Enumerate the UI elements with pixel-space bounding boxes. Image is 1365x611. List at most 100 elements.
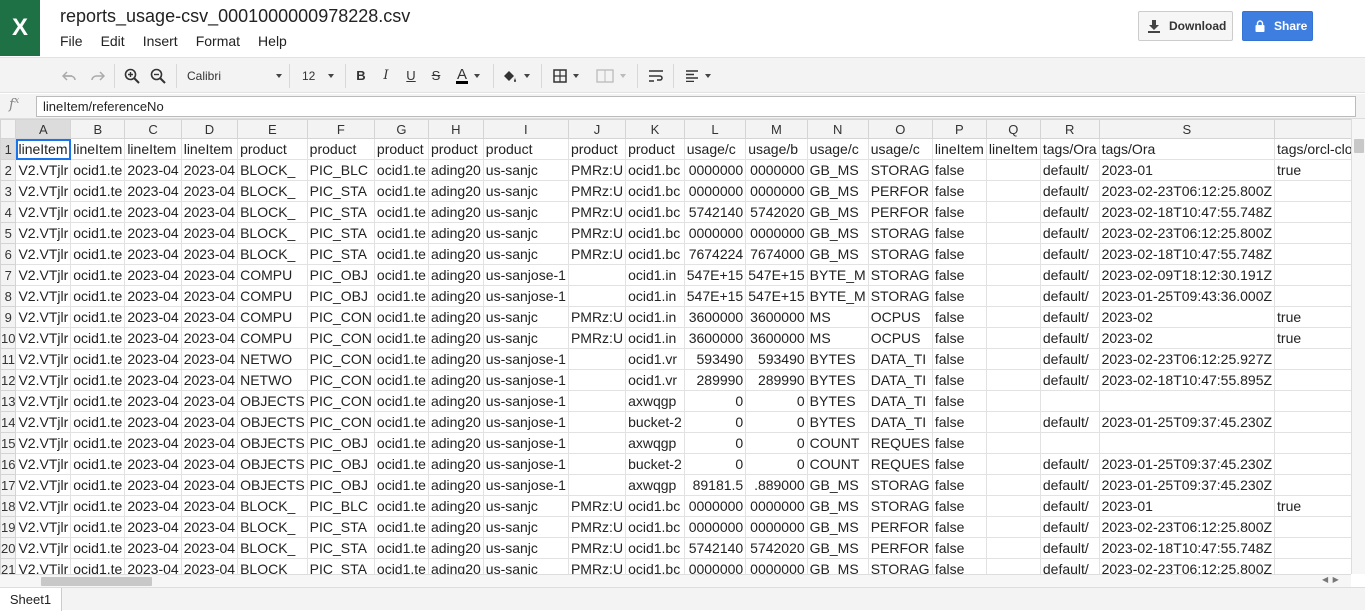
cell[interactable]: 2023-01-25T09:37:45.230Z <box>1098 474 1276 496</box>
cell[interactable]: 2023-02-23T06:12:25.800Z <box>1098 222 1276 244</box>
cell[interactable]: us-sanjc <box>482 201 569 223</box>
cell[interactable]: 0000000 <box>745 180 808 202</box>
cell[interactable]: ading20 <box>427 411 484 433</box>
cell[interactable]: product <box>567 138 627 160</box>
cell[interactable] <box>567 474 627 496</box>
cell[interactable]: 2023-02-09T18:12:30.191Z <box>1098 264 1276 286</box>
cell[interactable]: PIC_STA <box>306 516 375 538</box>
cell[interactable]: 2023-04 <box>124 558 182 574</box>
cell[interactable]: 5742020 <box>745 537 808 559</box>
cell[interactable]: us-sanjc <box>482 159 569 181</box>
cell[interactable]: ading20 <box>427 222 484 244</box>
cell[interactable]: PIC_OBJ <box>306 453 375 475</box>
cell[interactable]: V2.VTjlr <box>15 432 72 454</box>
cell[interactable]: ocid1.te <box>70 369 126 391</box>
cell[interactable]: ocid1.te <box>70 243 126 265</box>
row-header[interactable]: 14 <box>0 411 17 433</box>
cell[interactable]: 2023-04 <box>180 264 239 286</box>
cell[interactable]: BLOCK_ <box>237 201 308 223</box>
cell[interactable]: PMRz:U <box>567 201 627 223</box>
cell[interactable]: ading20 <box>427 264 484 286</box>
cell[interactable]: product <box>482 138 569 160</box>
cell[interactable]: PIC_BLC <box>306 495 375 517</box>
cell[interactable]: false <box>931 558 987 574</box>
cell[interactable]: DATA_TI <box>867 369 933 391</box>
cell[interactable] <box>1274 222 1351 244</box>
cell[interactable]: 2023-04 <box>180 537 239 559</box>
cell[interactable]: OBJECTS <box>237 390 308 412</box>
column-header[interactable]: A <box>15 119 72 139</box>
column-header[interactable]: D <box>180 119 239 139</box>
cell[interactable]: COMPU <box>237 264 308 286</box>
cell[interactable]: 2023-04 <box>180 180 239 202</box>
cell[interactable]: 2023-01-25T09:43:36.000Z <box>1098 285 1276 307</box>
cell[interactable]: 2023-04 <box>180 243 239 265</box>
cell[interactable]: ading20 <box>427 348 484 370</box>
cell[interactable]: product <box>237 138 308 160</box>
cell[interactable]: 0000000 <box>683 516 747 538</box>
cell[interactable]: 2023-02-23T06:12:25.800Z <box>1098 516 1276 538</box>
cell[interactable]: default/ <box>1039 537 1100 559</box>
cell[interactable]: 0000000 <box>745 159 808 181</box>
row-header[interactable]: 2 <box>0 159 17 181</box>
cell[interactable]: ocid1.te <box>373 411 429 433</box>
cell[interactable] <box>985 348 1041 370</box>
cell[interactable]: PERFOR <box>867 180 933 202</box>
cell[interactable]: false <box>931 222 987 244</box>
cell[interactable]: usage/c <box>683 138 747 160</box>
document-title[interactable]: reports_usage-csv_0001000000978228.csv <box>60 6 410 27</box>
cell[interactable]: DATA_TI <box>867 390 933 412</box>
cell[interactable]: ocid1.te <box>373 474 429 496</box>
cell[interactable]: ocid1.te <box>70 495 126 517</box>
row-header[interactable]: 18 <box>0 495 17 517</box>
cell[interactable]: true <box>1274 495 1351 517</box>
cell[interactable]: us-sanjose-1 <box>482 453 569 475</box>
cell[interactable] <box>985 264 1041 286</box>
cell[interactable]: default/ <box>1039 222 1100 244</box>
cell[interactable]: 2023-01 <box>1098 159 1276 181</box>
cell[interactable]: us-sanjc <box>482 495 569 517</box>
column-header[interactable]: T <box>1274 119 1351 139</box>
cell[interactable] <box>567 369 627 391</box>
cell[interactable]: default/ <box>1039 327 1100 349</box>
cell[interactable]: PMRz:U <box>567 558 627 574</box>
cell[interactable]: 0000000 <box>683 558 747 574</box>
cell[interactable]: PIC_STA <box>306 222 375 244</box>
cell[interactable]: V2.VTjlr <box>15 474 72 496</box>
column-header[interactable]: C <box>124 119 182 139</box>
menu-insert[interactable]: Insert <box>143 33 178 49</box>
cell[interactable]: PERFOR <box>867 537 933 559</box>
borders-button[interactable] <box>550 58 582 93</box>
cell[interactable] <box>1274 243 1351 265</box>
cell[interactable]: 0000000 <box>683 180 747 202</box>
cell[interactable]: 289990 <box>683 369 747 391</box>
cell[interactable]: tags/Ora <box>1039 138 1100 160</box>
cell[interactable]: PIC_STA <box>306 558 375 574</box>
cell[interactable]: usage/b <box>745 138 808 160</box>
cell[interactable]: ocid1.te <box>70 390 126 412</box>
font-family-select[interactable]: Calibri <box>183 58 283 93</box>
row-header[interactable]: 7 <box>0 264 17 286</box>
row-header[interactable]: 3 <box>0 180 17 202</box>
cell[interactable]: DATA_TI <box>867 348 933 370</box>
cell[interactable]: BLOCK_ <box>237 537 308 559</box>
cell[interactable]: PMRz:U <box>567 537 627 559</box>
cell[interactable]: ocid1.bc <box>625 180 685 202</box>
cell[interactable]: V2.VTjlr <box>15 453 72 475</box>
cell[interactable]: ocid1.te <box>70 453 126 475</box>
cell[interactable]: OCPUS <box>867 327 933 349</box>
cell[interactable] <box>567 411 627 433</box>
share-button[interactable]: Share <box>1242 11 1313 41</box>
column-header[interactable]: E <box>237 119 308 139</box>
cell[interactable]: PIC_STA <box>306 180 375 202</box>
cell[interactable]: DATA_TI <box>867 411 933 433</box>
cell[interactable]: ocid1.te <box>373 306 429 328</box>
cell[interactable]: V2.VTjlr <box>15 264 72 286</box>
cell[interactable]: BLOCK_ <box>237 243 308 265</box>
cell[interactable]: STORAG <box>867 243 933 265</box>
cell[interactable]: V2.VTjlr <box>15 327 72 349</box>
cell[interactable] <box>1274 474 1351 496</box>
cell[interactable]: PIC_CON <box>306 327 375 349</box>
cell[interactable]: GB_MS <box>806 474 869 496</box>
cell[interactable]: false <box>931 159 987 181</box>
